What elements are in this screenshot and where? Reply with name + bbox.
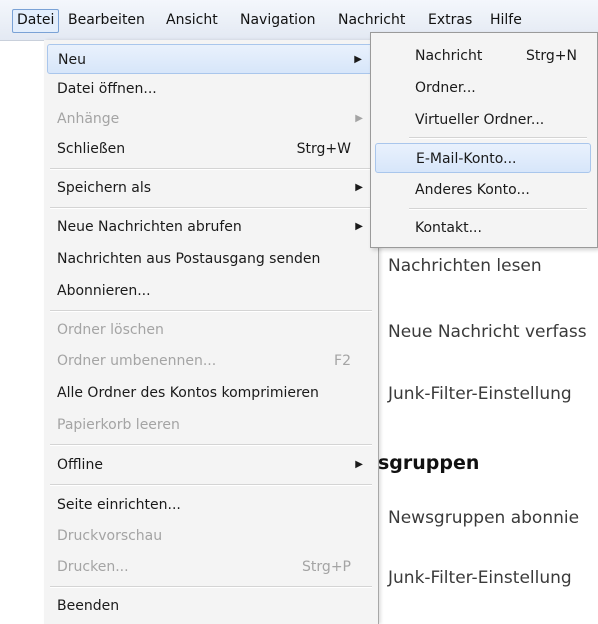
submenu-item-virtual-folder-label: Virtueller Ordner... xyxy=(415,112,545,128)
menu-item-attachments[interactable]: Anhänge ▶ xyxy=(47,104,373,134)
file-menu: Neu ▶ Datei öffnen... Anhänge ▶ Schließe… xyxy=(44,40,379,624)
menu-item-offline-label: Offline xyxy=(57,457,103,473)
submenu-arrow-icon: ▶ xyxy=(355,221,363,232)
menu-item-print-preview-label: Druckvorschau xyxy=(57,528,163,544)
menu-item-empty-trash[interactable]: Papierkorb leeren xyxy=(47,410,373,440)
menu-item-print-preview[interactable]: Druckvorschau xyxy=(47,521,373,551)
menu-item-empty-trash-label: Papierkorb leeren xyxy=(57,417,180,433)
menu-separator xyxy=(50,484,372,486)
menu-item-save-as[interactable]: Speichern als ▶ xyxy=(47,173,373,203)
menu-datei[interactable]: Datei xyxy=(12,9,60,33)
submenu-arrow-icon: ▶ xyxy=(355,182,363,193)
newsgroup-junk-filter-link[interactable]: Junk-Filter-Einstellung xyxy=(388,568,572,588)
submenu-item-other-account-label: Anderes Konto... xyxy=(415,182,530,198)
submenu-item-email-account-label: E-Mail-Konto... xyxy=(416,151,517,167)
submenu-item-other-account[interactable]: Anderes Konto... xyxy=(375,175,591,205)
menu-item-rename-folder[interactable]: Ordner umbenennen... F2 xyxy=(47,346,373,376)
menu-item-subscribe-label: Abonnieren... xyxy=(57,283,151,299)
menu-item-delete-folder[interactable]: Ordner löschen xyxy=(47,315,373,345)
menu-extras[interactable]: Extras xyxy=(424,9,476,31)
menu-separator xyxy=(50,586,372,588)
submenu-item-email-account[interactable]: E-Mail-Konto... xyxy=(375,143,591,173)
menu-item-open-file[interactable]: Datei öffnen... xyxy=(47,74,373,104)
shortcut-rename-folder: F2 xyxy=(334,353,351,369)
menu-item-new-label: Neu xyxy=(58,52,86,68)
menu-item-rename-folder-label: Ordner umbenennen... xyxy=(57,353,217,369)
menu-item-close[interactable]: Schließen Strg+W xyxy=(47,134,373,164)
shortcut-print: Strg+P xyxy=(302,559,351,575)
menu-hilfe[interactable]: Hilfe xyxy=(486,9,526,31)
shortcut-new-message: Strg+N xyxy=(526,48,577,64)
submenu-item-message[interactable]: Nachricht Strg+N xyxy=(375,41,591,71)
menu-separator xyxy=(50,310,372,312)
menu-item-compact-folders-label: Alle Ordner des Kontos komprimieren xyxy=(57,385,319,401)
new-submenu: Nachricht Strg+N Ordner... Virtueller Or… xyxy=(370,32,598,248)
menu-item-compact-folders[interactable]: Alle Ordner des Kontos komprimieren xyxy=(47,378,373,408)
submenu-separator xyxy=(409,208,587,210)
junk-filter-settings-link[interactable]: Junk-Filter-Einstellung xyxy=(388,384,572,404)
submenu-separator xyxy=(409,137,587,139)
menu-nachricht[interactable]: Nachricht xyxy=(334,9,409,31)
menu-item-page-setup-label: Seite einrichten... xyxy=(57,497,181,513)
menu-bearbeiten[interactable]: Bearbeiten xyxy=(64,9,149,31)
menu-separator xyxy=(50,168,372,170)
menu-separator xyxy=(50,444,372,446)
menu-item-subscribe[interactable]: Abonnieren... xyxy=(47,276,373,306)
menu-item-page-setup[interactable]: Seite einrichten... xyxy=(47,490,373,520)
submenu-arrow-icon: ▶ xyxy=(355,459,363,470)
menu-item-print-label: Drucken... xyxy=(57,559,129,575)
menu-item-attachments-label: Anhänge xyxy=(57,111,120,127)
menu-item-send-outbox-label: Nachrichten aus Postausgang senden xyxy=(57,251,321,267)
menu-item-quit-label: Beenden xyxy=(57,598,120,614)
menu-item-close-label: Schließen xyxy=(57,141,126,157)
submenu-arrow-icon: ▶ xyxy=(354,54,362,65)
submenu-arrow-icon: ▶ xyxy=(355,113,363,124)
menu-item-new[interactable]: Neu ▶ xyxy=(47,44,373,74)
compose-message-link[interactable]: Neue Nachricht verfass xyxy=(388,322,587,342)
submenu-item-contact-label: Kontakt... xyxy=(415,220,482,236)
submenu-item-folder-label: Ordner... xyxy=(415,80,476,96)
menu-ansicht[interactable]: Ansicht xyxy=(162,9,222,31)
menu-navigation[interactable]: Navigation xyxy=(236,9,320,31)
newsgroups-section-heading: sgruppen xyxy=(378,452,480,474)
shortcut-close: Strg+W xyxy=(296,141,351,157)
submenu-item-virtual-folder[interactable]: Virtueller Ordner... xyxy=(375,105,591,135)
menu-item-send-outbox[interactable]: Nachrichten aus Postausgang senden xyxy=(47,244,373,274)
menu-item-offline[interactable]: Offline ▶ xyxy=(47,450,373,480)
submenu-item-message-label: Nachricht xyxy=(415,48,483,64)
submenu-item-folder[interactable]: Ordner... xyxy=(375,73,591,103)
menu-item-get-messages[interactable]: Neue Nachrichten abrufen ▶ xyxy=(47,212,373,242)
read-messages-link[interactable]: Nachrichten lesen xyxy=(388,256,542,276)
menu-item-open-file-label: Datei öffnen... xyxy=(57,81,157,97)
menu-separator xyxy=(50,207,372,209)
subscribe-newsgroups-link[interactable]: Newsgruppen abonnie xyxy=(388,508,579,528)
menu-item-print[interactable]: Drucken... Strg+P xyxy=(47,552,373,582)
start-page-panel xyxy=(376,240,598,624)
menu-item-get-messages-label: Neue Nachrichten abrufen xyxy=(57,219,242,235)
menu-item-quit[interactable]: Beenden xyxy=(47,591,373,621)
menu-item-save-as-label: Speichern als xyxy=(57,180,152,196)
menu-item-delete-folder-label: Ordner löschen xyxy=(57,322,164,338)
submenu-item-contact[interactable]: Kontakt... xyxy=(375,213,591,243)
